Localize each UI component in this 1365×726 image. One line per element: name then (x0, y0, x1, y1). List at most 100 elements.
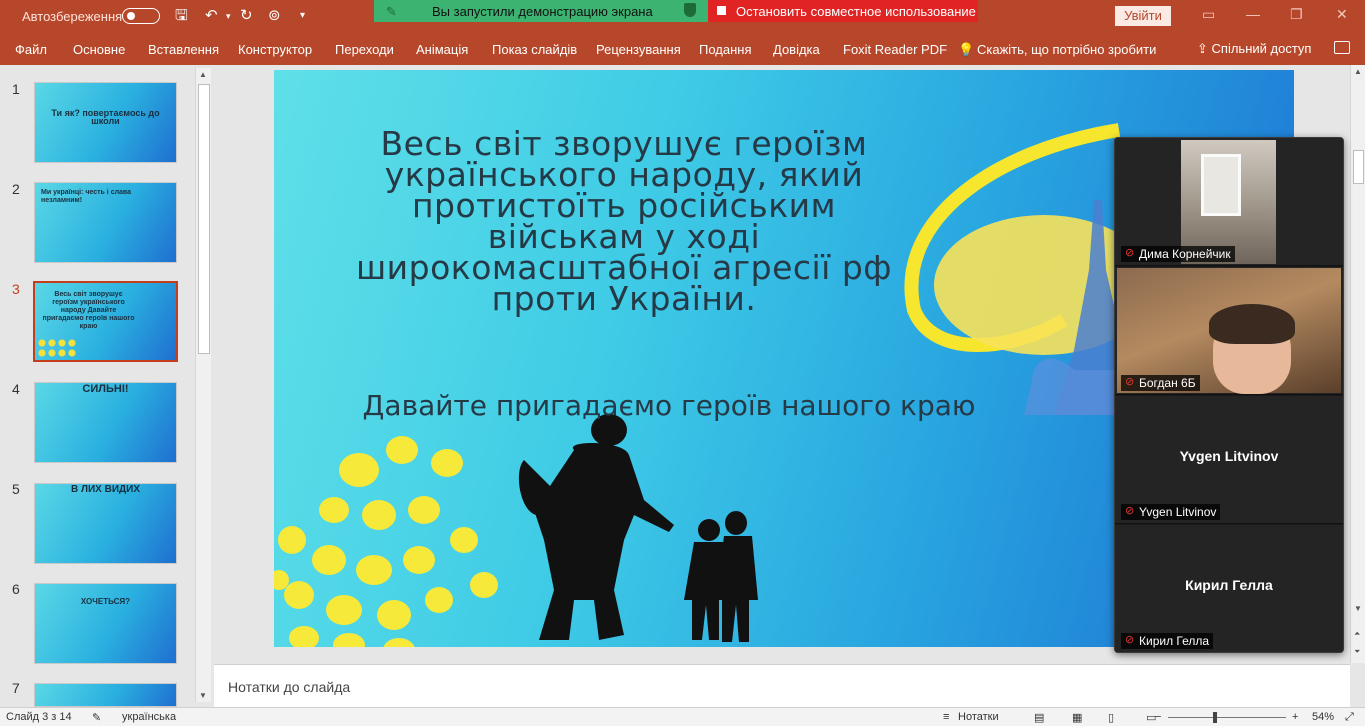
lightbulb-icon: 💡 (958, 42, 975, 57)
thumb-number: 7 (12, 680, 20, 696)
muted-mic-icon: ⊘ (1125, 376, 1135, 388)
minimize-icon[interactable]: — (1246, 6, 1260, 22)
tab-transitions[interactable]: Переходи (335, 42, 394, 57)
slide-thumbnail-6[interactable]: ХОЧЕТЬСЯ? (34, 583, 177, 664)
ribbon-tabs: Файл Основне Вставлення Конструктор Пере… (0, 33, 1365, 65)
scrollbar-thumb[interactable] (198, 84, 210, 354)
slide-scrollbar[interactable]: ▲ ▼ ⏶ ⏷ (1350, 65, 1365, 663)
maximize-icon[interactable]: ❐ (1290, 6, 1303, 23)
tell-me-search[interactable]: Скажіть, що потрібно зробити (977, 42, 1156, 57)
slide-thumbnail-7[interactable] (34, 683, 177, 707)
slide-title[interactable]: Весь світ зворушує героїзм українського … (344, 127, 904, 315)
signin-button[interactable]: Увійти (1115, 6, 1171, 26)
undo-icon[interactable]: ↶ (205, 6, 218, 26)
ribbon-display-options-icon[interactable]: ▭ (1202, 6, 1215, 23)
muted-mic-icon: ⊘ (1125, 505, 1135, 517)
shield-icon (684, 3, 696, 17)
pin-icon[interactable]: ✎ (386, 4, 397, 20)
close-icon[interactable]: ✕ (1336, 6, 1348, 23)
video-hair (1209, 304, 1295, 344)
next-slide-icon[interactable]: ⏷ (1354, 647, 1360, 657)
scroll-down-icon[interactable]: ▼ (199, 691, 207, 700)
stop-icon (717, 6, 726, 15)
spelling-icon[interactable]: ✎ (92, 711, 101, 724)
participant-tile[interactable]: Кирил Гелла ⊘ Кирил Гелла (1115, 525, 1343, 652)
tab-insert[interactable]: Вставлення (148, 42, 219, 57)
redo-icon[interactable]: ↻ (240, 6, 253, 26)
notes-icon: ≡ (943, 711, 950, 723)
slide-subtitle[interactable]: Давайте пригадаємо героїв нашого краю (354, 380, 984, 432)
zoom-in-icon[interactable]: + (1292, 711, 1298, 723)
share-label: Спільний доступ (1211, 41, 1312, 56)
present-from-start-icon[interactable]: ⊚ (268, 6, 281, 26)
thumb-text: ХОЧЕТЬСЯ? (80, 597, 131, 606)
autosave-toggle[interactable] (122, 8, 160, 24)
participant-name: Yvgen Litvinov (1139, 505, 1217, 519)
slide-thumbnail-1[interactable]: Ти як? повертаємось до школи (34, 82, 177, 163)
participant-tile[interactable]: ⊘ Дима Корнейчик (1115, 138, 1343, 266)
tab-review[interactable]: Рецензування (596, 42, 681, 57)
fit-slide-icon[interactable]: ⤢ (1345, 711, 1354, 724)
participant-name: Дима Корнейчик (1139, 247, 1231, 261)
thumb-number: 4 (12, 381, 20, 397)
screen-share-text: Вы запустили демонстрацию экрана (432, 4, 653, 19)
slide-sorter-icon[interactable]: ▦ (1072, 711, 1082, 724)
tab-file[interactable]: Файл (15, 42, 47, 57)
scroll-up-icon[interactable]: ▲ (199, 70, 207, 79)
title-bar: Автозбереження 🖫 ↶ ▾ ↻ ⊚ ▾ ✎ Вы запустил… (0, 0, 1365, 33)
participant-center-name: Кирил Гелла (1185, 577, 1273, 593)
autosave-label: Автозбереження (22, 9, 123, 24)
stop-sharing-button[interactable]: Остановить совместное использование (708, 0, 978, 22)
participant-name-badge: ⊘ Yvgen Litvinov (1121, 504, 1221, 520)
participant-name-badge: ⊘ Богдан 6Б (1121, 375, 1200, 391)
save-icon[interactable]: 🖫 (175, 6, 188, 26)
slide-thumbnail-2[interactable]: Ми українці: честь і слава незламним! (34, 182, 177, 263)
participant-name: Богдан 6Б (1139, 376, 1196, 390)
tab-design[interactable]: Конструктор (238, 42, 312, 57)
tab-help[interactable]: Довідка (773, 42, 820, 57)
slide-thumbnail-3[interactable]: Весь світ зворушує героїзм українського … (33, 281, 178, 362)
thumb-number: 2 (12, 181, 20, 197)
screen-share-banner: ✎ Вы запустили демонстрацию экрана (374, 0, 708, 22)
participant-tile[interactable]: Yvgen Litvinov ⊘ Yvgen Litvinov (1115, 396, 1343, 524)
zoom-out-icon[interactable]: − (1155, 711, 1161, 723)
scrollbar-thumb[interactable] (1353, 150, 1364, 184)
status-bar: Слайд 3 з 14 ✎ українська ≡ Нотатки ▤ ▦ … (0, 707, 1365, 726)
thumb-number: 6 (12, 581, 20, 597)
video-window-frame (1201, 154, 1241, 216)
language-indicator[interactable]: українська (122, 711, 176, 723)
tab-slide-show[interactable]: Показ слайдів (492, 42, 577, 57)
notes-toggle-button[interactable]: Нотатки (958, 711, 999, 723)
thumb-text: СИЛЬНІ! (82, 383, 129, 395)
thumb-yellow-dots (37, 338, 77, 358)
customize-toolbar-icon[interactable]: ▾ (300, 6, 305, 26)
zoom-slider[interactable] (1168, 717, 1286, 718)
reading-view-icon[interactable]: ▯ (1108, 711, 1114, 724)
tab-home[interactable]: Основне (73, 42, 125, 57)
scroll-up-icon[interactable]: ▲ (1354, 67, 1362, 76)
share-button[interactable]: ⇪ Спільний доступ (1197, 41, 1311, 57)
slide-counter: Слайд 3 з 14 (6, 711, 72, 723)
slide-thumbnail-5[interactable]: В ЛИХ ВИДИХ (34, 483, 177, 564)
notes-pane[interactable]: Нотатки до слайда (214, 664, 1350, 707)
comments-icon[interactable] (1334, 41, 1350, 54)
tab-animations[interactable]: Анімація (416, 42, 468, 57)
soldier-and-children-silhouette (518, 414, 758, 642)
slide-thumbnail-4[interactable]: СИЛЬНІ! (34, 382, 177, 463)
scroll-down-icon[interactable]: ▼ (1354, 604, 1362, 613)
muted-mic-icon: ⊘ (1125, 634, 1135, 646)
thumb-text: Ти як? повертаємось до школи (51, 108, 160, 126)
thumb-number: 1 (12, 81, 20, 97)
share-icon: ⇪ (1197, 41, 1212, 56)
tab-view[interactable]: Подання (699, 42, 752, 57)
zoom-slider-handle[interactable] (1213, 712, 1217, 723)
zoom-level[interactable]: 54% (1312, 711, 1334, 723)
normal-view-icon[interactable]: ▤ (1034, 711, 1044, 724)
participant-tile[interactable]: ⊘ Богдан 6Б (1115, 267, 1343, 395)
tab-foxit[interactable]: Foxit Reader PDF (843, 42, 947, 57)
thumb-text: Весь світ зворушує героїзм українського … (42, 291, 135, 330)
thumb-number: 3 (12, 281, 20, 297)
thumbnails-scrollbar[interactable]: ▲ ▼ (195, 68, 211, 702)
undo-dropdown-icon[interactable]: ▾ (226, 6, 231, 26)
previous-slide-icon[interactable]: ⏶ (1354, 629, 1360, 639)
